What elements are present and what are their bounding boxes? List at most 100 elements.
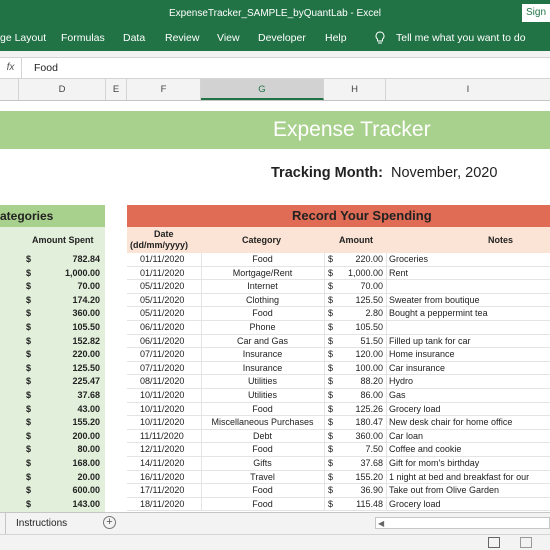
entry-category[interactable]: Food [201, 498, 324, 512]
entry-category[interactable]: Food [201, 307, 324, 321]
entry-note[interactable]: Home insurance [389, 348, 550, 362]
column-header-h[interactable]: H [324, 79, 386, 100]
tab-formulas[interactable]: Formulas [61, 32, 105, 44]
tell-me-search[interactable]: Tell me what you want to do [396, 32, 526, 44]
entry-note[interactable]: Coffee and cookie [389, 443, 550, 457]
category-amount[interactable]: 152.82 [40, 335, 100, 349]
table-row[interactable]: 01/11/2020 Food $220.00 Groceries [127, 253, 550, 267]
column-header-e[interactable]: E [106, 79, 127, 100]
entry-category[interactable]: Mortgage/Rent [201, 267, 324, 281]
category-amount[interactable]: 168.00 [40, 457, 100, 471]
entry-note[interactable]: Gas [389, 389, 550, 403]
entry-note[interactable]: Bought a peppermint tea [389, 307, 550, 321]
entry-category[interactable]: Car and Gas [201, 335, 324, 349]
entry-amount[interactable]: 88.20 [338, 375, 383, 389]
entry-date[interactable]: 08/11/2020 [140, 375, 200, 389]
entry-date[interactable]: 17/11/2020 [140, 484, 200, 498]
entry-date[interactable]: 05/11/2020 [140, 280, 200, 294]
entry-category[interactable]: Travel [201, 471, 324, 485]
entry-date[interactable]: 07/11/2020 [140, 348, 200, 362]
entry-note[interactable]: Hydro [389, 375, 550, 389]
tab-developer[interactable]: Developer [258, 32, 306, 44]
category-amount[interactable]: 105.50 [40, 321, 100, 335]
column-header-g[interactable]: G [201, 79, 324, 100]
entry-date[interactable]: 11/11/2020 [140, 430, 200, 444]
category-amount[interactable]: 70.00 [40, 280, 100, 294]
normal-view-icon[interactable] [488, 537, 500, 548]
category-amount[interactable]: 600.00 [40, 484, 100, 498]
entry-amount[interactable]: 125.26 [338, 403, 383, 417]
entry-date[interactable]: 05/11/2020 [140, 307, 200, 321]
column-header-i[interactable]: I [386, 79, 550, 100]
entry-note[interactable]: Take out from Olive Garden [389, 484, 550, 498]
entry-note[interactable]: New desk chair for home office [389, 416, 550, 430]
entry-amount[interactable]: 115.48 [338, 498, 383, 512]
worksheet[interactable]: Expense Tracker Tracking Month: November… [0, 101, 550, 512]
page-layout-view-icon[interactable] [520, 537, 532, 548]
entry-amount[interactable]: 86.00 [338, 389, 383, 403]
entry-amount[interactable]: 220.00 [338, 253, 383, 267]
entry-category[interactable]: Utilities [201, 389, 324, 403]
add-sheet-button[interactable]: + [103, 516, 116, 529]
entry-date[interactable]: 05/11/2020 [140, 294, 200, 308]
column-header-partial[interactable] [0, 79, 19, 100]
entry-category[interactable]: Gifts [201, 457, 324, 471]
table-row[interactable]: 06/11/2020 Phone $105.50 [127, 321, 550, 335]
entry-category[interactable]: Insurance [201, 348, 324, 362]
table-row[interactable]: 18/11/2020 Food $115.48 Grocery load [127, 497, 550, 512]
table-row[interactable]: 17/11/2020 Food $36.90 Take out from Olive … [127, 484, 550, 498]
sign-in-button[interactable]: Sign [522, 4, 550, 22]
category-amount[interactable]: 782.84 [40, 253, 100, 267]
category-amount[interactable]: 360.00 [40, 307, 100, 321]
entry-category[interactable]: Internet [201, 280, 324, 294]
entry-note[interactable]: Gift for mom's birthday [389, 457, 550, 471]
table-row[interactable]: 05/11/2020 Clothing $125.50 Sweater from bo… [127, 293, 550, 308]
entry-date[interactable]: 18/11/2020 [140, 498, 200, 512]
sheet-tab-instructions[interactable]: Instructions [6, 513, 78, 534]
entry-category[interactable]: Food [201, 484, 324, 498]
category-amount[interactable]: 43.00 [40, 403, 100, 417]
entry-amount[interactable]: 1,000.00 [338, 267, 383, 281]
entry-category[interactable]: Miscellaneous Purchases [201, 416, 324, 430]
entry-note[interactable] [389, 280, 550, 294]
category-amount[interactable]: 80.00 [40, 443, 100, 457]
entry-amount[interactable]: 105.50 [338, 321, 383, 335]
category-amount[interactable]: 20.00 [40, 471, 100, 485]
table-row[interactable]: 05/11/2020 Food $2.80 Bought a peppermint t… [127, 307, 550, 321]
entry-category[interactable]: Utilities [201, 375, 324, 389]
table-row[interactable]: 10/11/2020 Utilities $86.00 Gas [127, 389, 550, 403]
tab-page-layout[interactable]: ge Layout [0, 32, 46, 44]
entry-date[interactable]: 10/11/2020 [140, 416, 200, 430]
entry-note[interactable]: Car loan [389, 430, 550, 444]
entry-note[interactable]: Car insurance [389, 362, 550, 376]
category-amount[interactable]: 37.68 [40, 389, 100, 403]
entry-amount[interactable]: 37.68 [338, 457, 383, 471]
category-amount[interactable]: 225.47 [40, 375, 100, 389]
entry-amount[interactable]: 7.50 [338, 443, 383, 457]
entry-note[interactable]: Rent [389, 267, 550, 281]
entry-date[interactable]: 07/11/2020 [140, 362, 200, 376]
entry-category[interactable]: Food [201, 253, 324, 267]
entry-note[interactable]: Sweater from boutique [389, 294, 550, 308]
entry-amount[interactable]: 100.00 [338, 362, 383, 376]
tab-review[interactable]: Review [165, 32, 199, 44]
entry-category[interactable]: Food [201, 443, 324, 457]
entry-date[interactable]: 06/11/2020 [140, 335, 200, 349]
scroll-left-icon[interactable]: ◀ [378, 519, 384, 528]
category-amount[interactable]: 143.00 [40, 498, 100, 512]
entry-category[interactable]: Food [201, 403, 324, 417]
tab-data[interactable]: Data [123, 32, 145, 44]
category-amount[interactable]: 174.20 [40, 294, 100, 308]
column-header-f[interactable]: F [127, 79, 201, 100]
category-amount[interactable]: 1,000.00 [40, 267, 100, 281]
entry-date[interactable]: 16/11/2020 [140, 471, 200, 485]
table-row[interactable]: 08/11/2020 Utilities $88.20 Hydro [127, 375, 550, 389]
formula-input[interactable]: Food [34, 62, 58, 74]
entry-amount[interactable]: 120.00 [338, 348, 383, 362]
category-amount[interactable]: 220.00 [40, 348, 100, 362]
tab-view[interactable]: View [217, 32, 240, 44]
entry-note[interactable]: Groceries [389, 253, 550, 267]
table-row[interactable]: 10/11/2020 Miscellaneous Purchases $180.47… [127, 416, 550, 430]
table-row[interactable]: 10/11/2020 Food $125.26 Grocery load [127, 402, 550, 417]
entry-category[interactable]: Phone [201, 321, 324, 335]
